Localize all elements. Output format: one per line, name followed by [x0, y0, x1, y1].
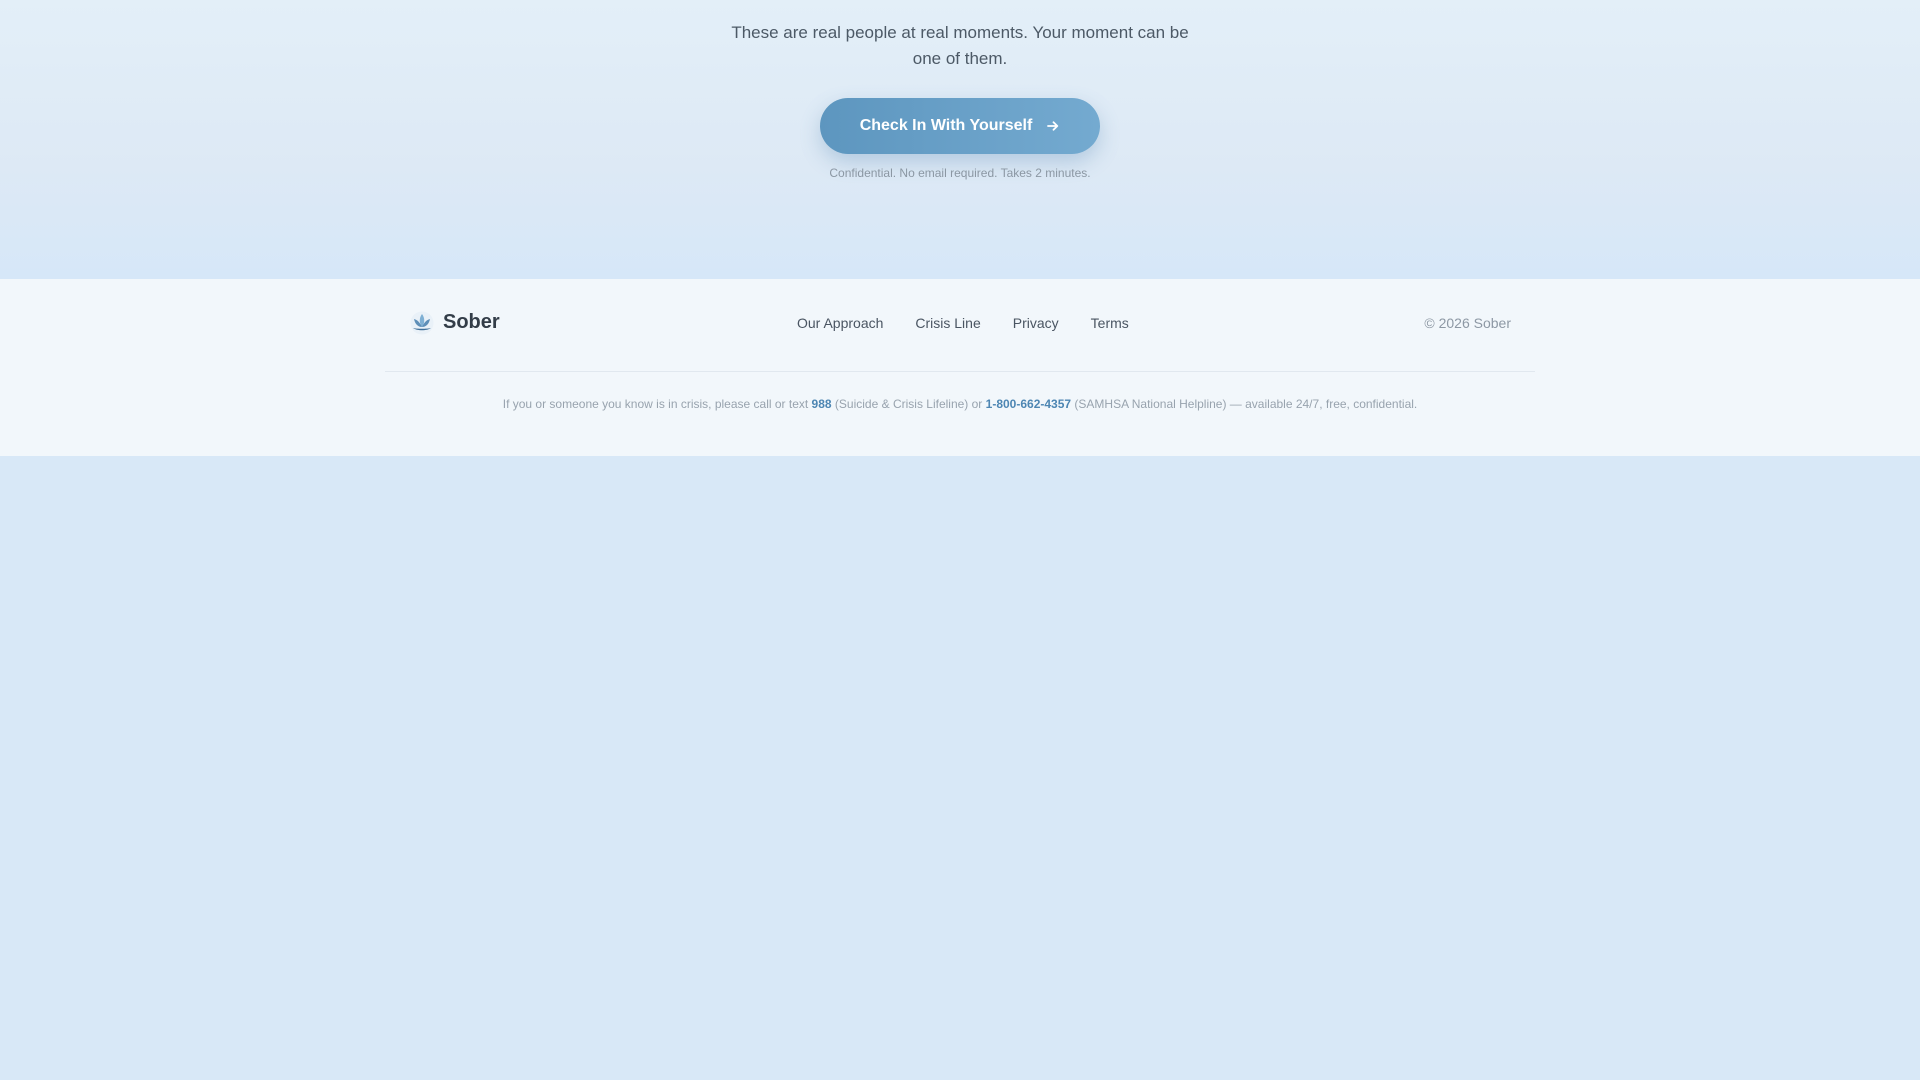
cta-section: These are real people at real moments. Y… — [0, 0, 1920, 279]
lotus-icon — [409, 309, 435, 335]
copyright: © 2026 Sober — [1424, 315, 1511, 331]
site-footer: Sober Our Approach Crisis Line Privacy T… — [0, 279, 1920, 456]
crisis-lifeline-number[interactable]: 988 — [812, 397, 832, 411]
footer-link-crisis-line[interactable]: Crisis Line — [915, 315, 980, 331]
footer-link-our-approach[interactable]: Our Approach — [797, 315, 883, 331]
footer-link-terms[interactable]: Terms — [1091, 315, 1129, 331]
arrow-right-icon — [1046, 119, 1060, 133]
cta-tagline-line-2: one of them. — [912, 49, 1008, 68]
samhsa-helpline-number[interactable]: 1-800-662-4357 — [986, 397, 1071, 411]
crisis-notice: If you or someone you know is in crisis,… — [0, 397, 1920, 411]
footer-top-bar: Sober Our Approach Crisis Line Privacy T… — [385, 279, 1535, 372]
check-in-button[interactable]: Check In With Yourself — [820, 98, 1100, 154]
crisis-notice-prefix: If you or someone you know is in crisis,… — [502, 397, 809, 411]
footer-nav: Our Approach Crisis Line Privacy Terms — [797, 315, 1129, 331]
footer-link-privacy[interactable]: Privacy — [1013, 315, 1059, 331]
footer-brand[interactable]: Sober — [409, 309, 500, 335]
crisis-notice-suffix: (SAMHSA National Helpline) — available 2… — [1074, 397, 1418, 411]
cta-tagline-line-1: These are real people at real moments. Y… — [731, 23, 1189, 42]
brand-name: Sober — [443, 310, 500, 333]
crisis-notice-middle: (Suicide & Crisis Lifeline) or — [834, 397, 983, 411]
check-in-button-label: Check In With Yourself — [859, 117, 1033, 134]
cta-tagline: These are real people at real moments. Y… — [0, 20, 1920, 72]
cta-note: Confidential. No email required. Takes 2… — [829, 166, 1091, 180]
